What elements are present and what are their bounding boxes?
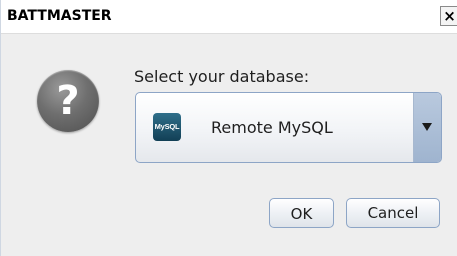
database-dialog: BATTMASTER × ? Select your database: MyS… [0, 0, 457, 256]
question-icon: ? [37, 70, 99, 132]
close-icon: × [443, 7, 456, 25]
database-select-value: Remote MySQL [211, 118, 333, 137]
close-button[interactable]: × [440, 6, 457, 26]
cancel-button-label: Cancel [367, 204, 419, 222]
dropdown-toggle[interactable] [413, 93, 441, 162]
ok-button-label: OK [290, 205, 313, 223]
chevron-down-icon [422, 123, 432, 131]
cancel-button[interactable]: Cancel [346, 198, 440, 228]
prompt-label: Select your database: [134, 67, 310, 86]
database-select[interactable]: MySQL Remote MySQL [135, 92, 442, 163]
title-bar: BATTMASTER × [1, 0, 457, 34]
window-title: BATTMASTER [7, 8, 112, 24]
mysql-icon: MySQL [153, 113, 181, 141]
ok-button[interactable]: OK [269, 198, 334, 228]
